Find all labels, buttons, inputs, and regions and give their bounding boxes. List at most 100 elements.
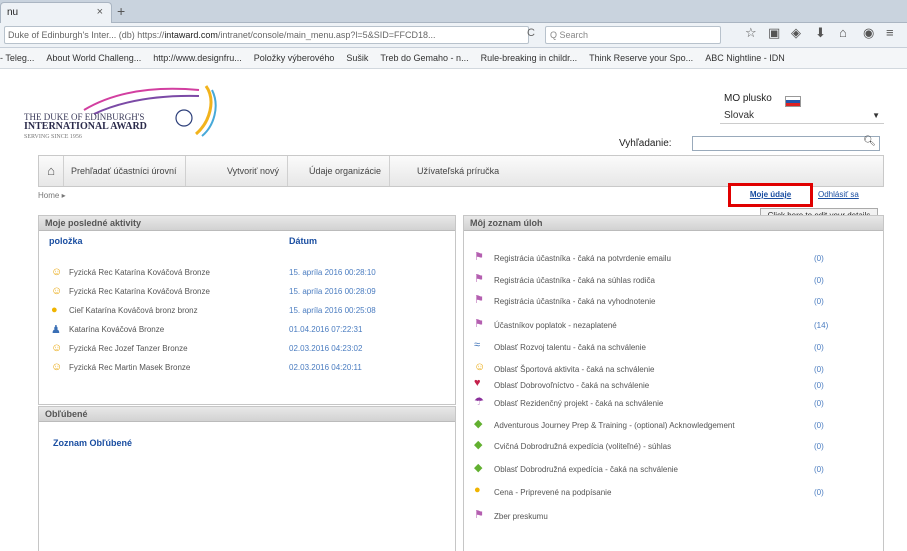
reload-icon[interactable]: C — [527, 27, 535, 39]
menu-icon[interactable]: ≡ — [886, 25, 894, 40]
browser-search-input[interactable]: Q Search — [545, 26, 721, 44]
activity-icon: ☺ — [51, 285, 63, 297]
bookmarks-bar: - Teleg... About World Challeng... http://… — [0, 48, 907, 69]
activity-text[interactable]: Fyzická Rec Katarína Kováčová Bronze — [69, 268, 210, 277]
task-text[interactable]: Cena - Priprevené na podpísanie — [494, 488, 611, 497]
recent-col-item: položka — [49, 236, 83, 246]
bookmark-item[interactable]: Think Reserve your Spo... — [589, 53, 693, 63]
activity-text[interactable]: Cieľ Katarína Kováčová bronz bronz — [69, 306, 198, 315]
url-prefix: Duke of Edinburgh's Inter... (db) https:… — [8, 30, 165, 40]
task-count[interactable]: (0) — [814, 488, 824, 497]
language-select[interactable]: Slovak ▼ — [720, 109, 884, 124]
activity-text[interactable]: Fyzická Rec Jozef Tanzer Bronze — [69, 344, 188, 353]
task-count[interactable]: (0) — [814, 297, 824, 306]
task-row[interactable]: ● Cena - Priprevené na podpísanie (0) — [464, 484, 883, 503]
task-count[interactable]: (14) — [814, 321, 828, 330]
activity-date[interactable]: 15. apríla 2016 00:28:09 — [289, 287, 376, 296]
task-text[interactable]: Registrácia účastníka - čaká na potvrden… — [494, 254, 671, 263]
download-icon[interactable]: ⬇ — [815, 25, 826, 41]
activity-date[interactable]: 15. apríla 2016 00:28:10 — [289, 268, 376, 277]
recent-activity-row[interactable]: ☺ Fyzická Rec Jozef Tanzer Bronze 02.03.20… — [39, 342, 439, 358]
slovak-flag-icon — [785, 96, 801, 107]
reading-list-icon[interactable]: ▣ — [768, 25, 780, 41]
activity-text[interactable]: Fyzická Rec Martin Masek Bronze — [69, 363, 190, 372]
task-row[interactable]: ⚑ Registrácia účastníka - čaká na súhlas … — [464, 273, 883, 291]
close-tab-icon[interactable]: × — [97, 6, 103, 18]
task-row[interactable]: ⚑ Účastníkov poplatok - nezaplatené (14) — [464, 318, 883, 336]
breadcrumb[interactable]: Home ▸ — [38, 191, 66, 200]
task-text[interactable]: Účastníkov poplatok - nezaplatené — [494, 321, 617, 330]
bookmark-item[interactable]: Treb do Gemaho - n... — [380, 53, 468, 63]
new-tab-icon[interactable]: + — [117, 3, 125, 19]
menu-item-user-guide[interactable]: Užívateľská príručka — [409, 156, 507, 186]
edit-details-link[interactable]: Moje údaje — [728, 183, 813, 207]
search-icon[interactable]: 🔍︎ — [863, 136, 876, 147]
recent-activity-row[interactable]: ☺ Fyzická Rec Katarína Kováčová Bronze 15.… — [39, 285, 439, 301]
task-row[interactable]: ♥ Oblasť Dobrovoľníctvo - čaká na schvále… — [464, 377, 883, 396]
task-row[interactable]: ⚑ Registrácia účastníka - čaká na potvrde… — [464, 251, 883, 269]
task-count[interactable]: (0) — [814, 254, 824, 263]
task-row[interactable]: ⚑ Zber preskumu — [464, 509, 883, 527]
recent-activity-row[interactable]: ☺ Fyzická Rec Katarína Kováčová Bronze 15.… — [39, 266, 439, 282]
star-icon[interactable]: ☆ — [745, 25, 757, 41]
task-count[interactable]: (0) — [814, 442, 824, 451]
task-text[interactable]: Oblasť Dobrovoľníctvo - čaká na schválen… — [494, 381, 649, 390]
task-count[interactable]: (0) — [814, 276, 824, 285]
task-count[interactable]: (0) — [814, 381, 824, 390]
task-text[interactable]: Oblasť Dobrodružná expedícia - čaká na s… — [494, 465, 678, 474]
recent-activity-row[interactable]: ● Cieľ Katarína Kováčová bronz bronz 15. a… — [39, 304, 439, 320]
bookmark-item[interactable]: ABC Nightline - IDN — [705, 53, 785, 63]
favorites-list-link[interactable]: Zoznam Obľúbené — [53, 438, 132, 448]
browser-tab[interactable]: nu × — [0, 2, 112, 23]
search-label: Vyhľadanie: — [619, 138, 672, 149]
task-row[interactable]: ⚑ Registrácia účastníka - čaká na vyhodno… — [464, 294, 883, 312]
url-path: /intranet/console/main_menu.asp?l=5&SID=… — [217, 30, 436, 40]
favorites-title: Obľúbené — [39, 407, 455, 422]
task-text[interactable]: Oblasť Rezidenčný projekt - čaká na schv… — [494, 399, 663, 408]
task-text[interactable]: Registrácia účastníka - čaká na vyhodnot… — [494, 297, 655, 306]
activity-date[interactable]: 01.04.2016 07:22:31 — [289, 325, 362, 334]
bookmark-item[interactable]: About World Challeng... — [46, 53, 141, 63]
bookmark-item[interactable]: Rule-breaking in childr... — [481, 53, 578, 63]
pocket-icon[interactable]: ◈ — [791, 25, 801, 41]
task-row[interactable]: ☂ Oblasť Rezidenčný projekt - čaká na sch… — [464, 396, 883, 414]
task-row[interactable]: ≈ Oblasť Rozvoj talentu - čaká na schvále… — [464, 339, 883, 358]
logout-link[interactable]: Odhlásiť sa — [818, 190, 859, 199]
task-count[interactable]: (0) — [814, 343, 824, 352]
activity-date[interactable]: 15. apríla 2016 00:25:08 — [289, 306, 376, 315]
bookmark-item[interactable]: Položky výberového — [254, 53, 335, 63]
search-input[interactable]: 🔍︎ — [692, 136, 880, 151]
task-text[interactable]: Cvičná Dobrodružná expedícia (voliteľné)… — [494, 442, 671, 451]
task-text[interactable]: Oblasť Športová aktivita - čaká na schvá… — [494, 365, 654, 374]
recent-activity-row[interactable]: ♟ Katarína Kováčová Bronze 01.04.2016 07:2… — [39, 323, 439, 339]
activity-date[interactable]: 02.03.2016 04:20:11 — [289, 363, 362, 372]
home-icon[interactable]: ⌂ — [39, 156, 64, 186]
task-icon: ☂ — [474, 396, 484, 408]
bookmark-item[interactable]: - Teleg... — [0, 53, 34, 63]
task-count[interactable]: (0) — [814, 465, 824, 474]
activity-date[interactable]: 02.03.2016 04:23:02 — [289, 344, 362, 353]
task-text[interactable]: Adventurous Journey Prep & Training - (o… — [494, 421, 735, 430]
activity-text[interactable]: Fyzická Rec Katarína Kováčová Bronze — [69, 287, 210, 296]
menu-item-search-participants[interactable]: Prehľadať účastníci úrovní — [63, 156, 186, 186]
bookmark-item[interactable]: Sušik — [346, 53, 368, 63]
task-row[interactable]: ◆ Oblasť Dobrodružná expedícia - čaká na … — [464, 462, 883, 480]
activity-text[interactable]: Katarína Kováčová Bronze — [69, 325, 164, 334]
home-browser-icon[interactable]: ⌂ — [839, 25, 847, 40]
task-count[interactable]: (0) — [814, 365, 824, 374]
task-count[interactable]: (0) — [814, 421, 824, 430]
menu-item-create-new[interactable]: Vytvoriť nový — [219, 156, 289, 186]
task-row[interactable]: ◆ Adventurous Journey Prep & Training - (… — [464, 418, 883, 436]
task-list-panel: Môj zoznam úloh ⚑ Registrácia účastníka -… — [463, 215, 884, 551]
language-value: Slovak — [724, 110, 755, 121]
task-text[interactable]: Oblasť Rozvoj talentu - čaká na schválen… — [494, 343, 646, 352]
addon-icon[interactable]: ◉ — [863, 25, 874, 41]
task-text[interactable]: Registrácia účastníka - čaká na súhlas r… — [494, 276, 655, 285]
recent-activity-row[interactable]: ☺ Fyzická Rec Martin Masek Bronze 02.03.20… — [39, 361, 439, 377]
bookmark-item[interactable]: http://www.designfru... — [153, 53, 242, 63]
task-row[interactable]: ◆ Cvičná Dobrodružná expedícia (voliteľné… — [464, 439, 883, 457]
task-text[interactable]: Zber preskumu — [494, 512, 548, 521]
menu-item-organisation[interactable]: Údaje organizácie — [301, 156, 391, 186]
task-count[interactable]: (0) — [814, 399, 824, 408]
url-bar[interactable]: Duke of Edinburgh's Inter... (db) https:… — [4, 26, 529, 44]
